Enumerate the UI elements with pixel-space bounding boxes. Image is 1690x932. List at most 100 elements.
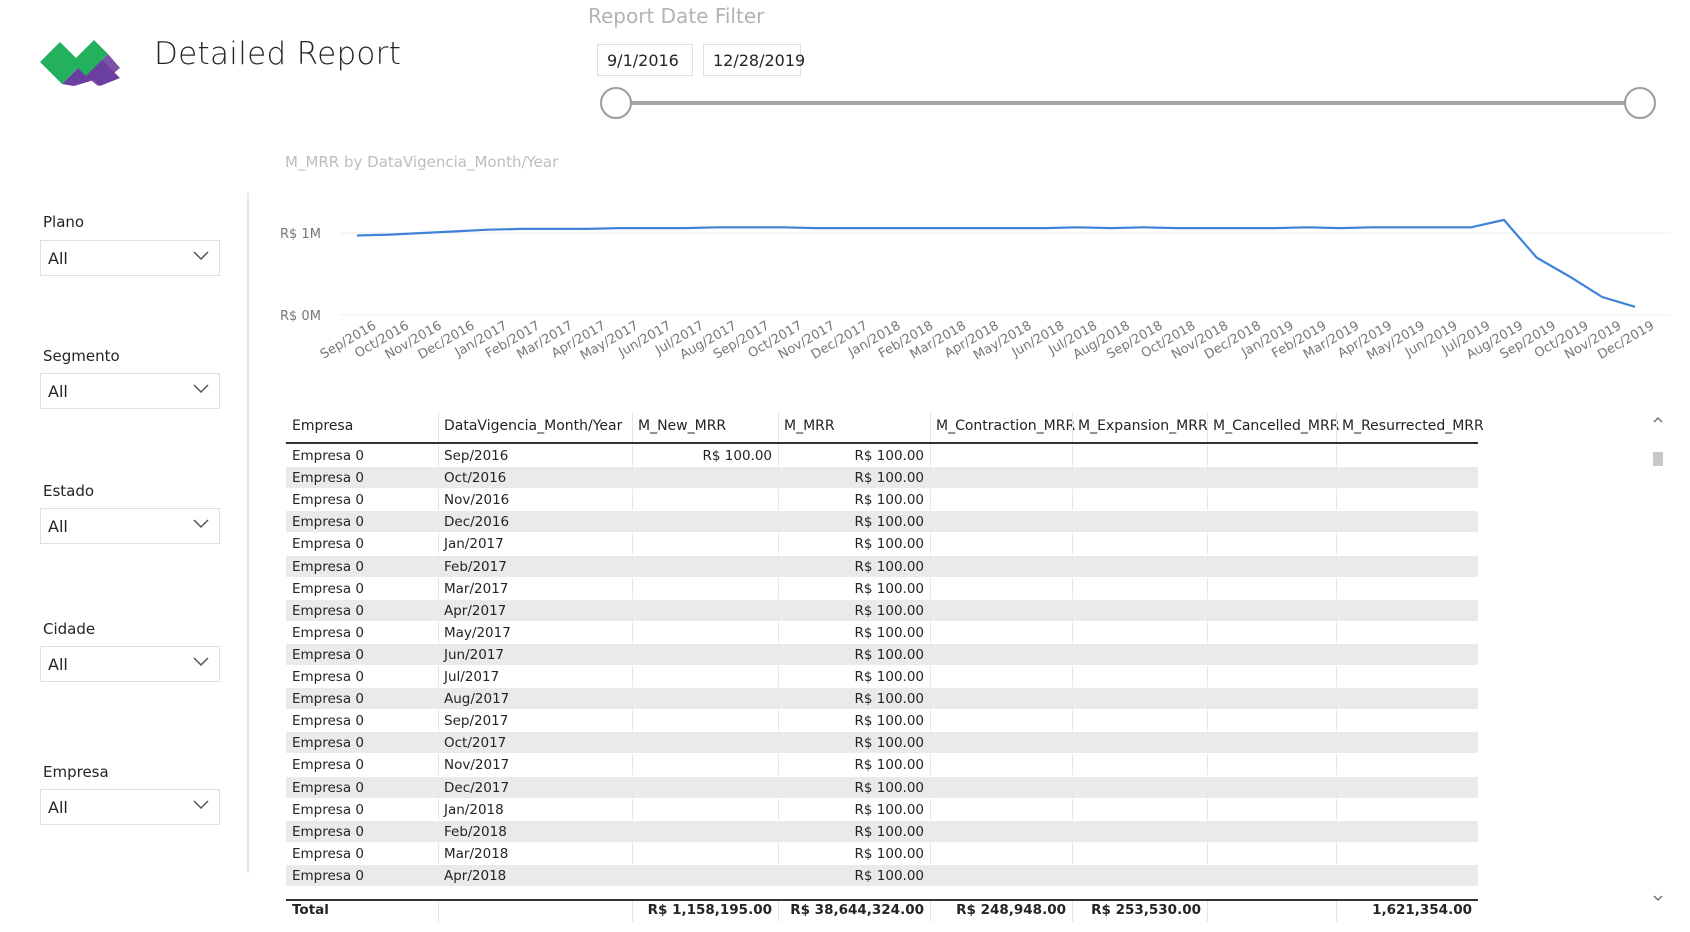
column-separator xyxy=(438,599,439,621)
table-cell: Nov/2017 xyxy=(444,757,510,774)
column-separator xyxy=(438,621,439,643)
column-header[interactable]: M_MRR xyxy=(784,410,835,442)
table-scrollbar[interactable] xyxy=(1652,414,1664,904)
date-slider-start-handle[interactable] xyxy=(600,87,632,119)
scrollbar-thumb[interactable] xyxy=(1653,452,1663,466)
slicer-dropdown-plano[interactable]: All xyxy=(40,240,220,276)
column-header[interactable]: M_Resurrected_MRR xyxy=(1342,410,1484,442)
column-separator xyxy=(1072,412,1073,442)
column-header[interactable]: DataVigencia_Month/Year xyxy=(444,410,622,442)
end-date-input[interactable]: 12/28/2019 xyxy=(703,44,805,76)
column-separator xyxy=(438,445,439,466)
table-cell: R$ 100.00 xyxy=(854,845,925,862)
table-row[interactable]: Empresa 0 Jan/2017 R$ 100.00 xyxy=(286,533,1478,555)
table-cell: Empresa 0 xyxy=(292,867,364,884)
date-range-slider-track[interactable] xyxy=(615,101,1625,105)
table-cell: Dec/2016 xyxy=(444,514,510,531)
table-row[interactable]: Empresa 0 Jun/2017 R$ 100.00 xyxy=(286,643,1478,665)
column-separator xyxy=(632,710,633,732)
column-separator xyxy=(1072,467,1073,489)
column-header[interactable]: Empresa xyxy=(292,410,353,442)
column-separator xyxy=(438,710,439,732)
column-separator xyxy=(930,666,931,687)
table-row[interactable]: Empresa 0 Aug/2017 R$ 100.00 xyxy=(286,688,1478,710)
table-row[interactable]: Empresa 0 Dec/2016 R$ 100.00 xyxy=(286,511,1478,533)
y-tick-label: R$ 1M xyxy=(280,227,321,242)
table-row[interactable]: Empresa 0 Jan/2018 R$ 100.00 xyxy=(286,798,1478,820)
date-filter-title: Report Date Filter xyxy=(588,4,765,28)
table-row[interactable]: Empresa 0 Nov/2016 R$ 100.00 xyxy=(286,489,1478,511)
column-separator xyxy=(1072,754,1073,776)
column-separator xyxy=(1207,533,1208,555)
table-row[interactable]: Empresa 0 Sep/2017 R$ 100.00 xyxy=(286,710,1478,732)
table-cell: R$ 100.00 xyxy=(702,448,773,464)
table-cell: Empresa 0 xyxy=(292,757,364,774)
table-cell: R$ 100.00 xyxy=(854,735,925,752)
column-header[interactable]: M_Cancelled_MRR xyxy=(1213,410,1339,442)
column-separator xyxy=(1207,412,1208,442)
column-separator xyxy=(778,621,779,643)
table-row[interactable]: Empresa 0 Apr/2017 R$ 100.00 xyxy=(286,599,1478,621)
table-row[interactable]: Empresa 0 Oct/2017 R$ 100.00 xyxy=(286,732,1478,754)
column-separator xyxy=(1336,511,1337,533)
table-row[interactable]: Empresa 0 Sep/2016 R$ 100.00 R$ 100.00 xyxy=(286,445,1478,466)
total-cell: R$ 253,530.00 xyxy=(1091,902,1201,918)
column-separator xyxy=(438,820,439,842)
column-separator xyxy=(438,798,439,820)
column-separator xyxy=(778,710,779,732)
table-row[interactable]: Empresa 0 Jul/2017 R$ 100.00 xyxy=(286,666,1478,687)
sidebar-divider xyxy=(247,193,249,873)
table-row[interactable]: Empresa 0 Apr/2018 R$ 100.00 xyxy=(286,864,1478,886)
table-row[interactable]: Empresa 0 Feb/2017 R$ 100.00 xyxy=(286,555,1478,577)
column-header[interactable]: M_Expansion_MRR xyxy=(1078,410,1208,442)
start-date-input[interactable]: 9/1/2016 xyxy=(597,44,693,76)
table-row[interactable]: Empresa 0 May/2017 R$ 100.00 xyxy=(286,621,1478,643)
slicer-dropdown-segmento[interactable]: All xyxy=(40,373,220,409)
column-separator xyxy=(438,467,439,489)
table-row[interactable]: Empresa 0 Nov/2017 R$ 100.00 xyxy=(286,754,1478,776)
table-cell: Empresa 0 xyxy=(292,558,364,575)
column-separator xyxy=(1207,489,1208,511)
table-cell: R$ 100.00 xyxy=(854,801,925,818)
column-separator xyxy=(632,842,633,864)
column-header[interactable]: M_Contraction_MRR xyxy=(936,410,1075,442)
table-cell: Empresa 0 xyxy=(292,845,364,862)
column-separator xyxy=(930,489,931,511)
table-row[interactable]: Empresa 0 Feb/2018 R$ 100.00 xyxy=(286,820,1478,842)
column-separator xyxy=(778,412,779,442)
column-separator xyxy=(632,533,633,555)
column-separator xyxy=(778,467,779,489)
column-separator xyxy=(1207,577,1208,599)
column-header[interactable]: M_New_MRR xyxy=(638,410,726,442)
column-separator xyxy=(1207,511,1208,533)
table-row[interactable]: Empresa 0 Mar/2017 R$ 100.00 xyxy=(286,577,1478,599)
page-title: Detailed Report xyxy=(154,36,402,72)
table-cell: R$ 100.00 xyxy=(854,691,925,708)
column-separator xyxy=(930,754,931,776)
column-separator xyxy=(1072,710,1073,732)
table-row[interactable]: Empresa 0 Oct/2016 R$ 100.00 xyxy=(286,467,1478,489)
table-cell: Nov/2016 xyxy=(444,492,510,509)
column-separator xyxy=(1207,643,1208,665)
column-separator xyxy=(632,599,633,621)
slicer-dropdown-estado[interactable]: All xyxy=(40,508,220,544)
column-separator xyxy=(1207,864,1208,886)
table-cell: Jul/2017 xyxy=(444,669,500,685)
table-cell: Mar/2017 xyxy=(444,580,509,597)
slicer-dropdown-empresa[interactable]: All xyxy=(40,789,220,825)
column-separator xyxy=(1207,842,1208,864)
chart-title: M_MRR by DataVigencia_Month/Year xyxy=(285,153,559,171)
table-cell: Feb/2017 xyxy=(444,558,507,575)
column-separator xyxy=(1207,776,1208,798)
table-cell: R$ 100.00 xyxy=(854,470,925,487)
column-separator xyxy=(930,798,931,820)
date-slider-end-handle[interactable] xyxy=(1624,87,1656,119)
table-cell: R$ 100.00 xyxy=(854,646,925,663)
slicer-dropdown-cidade[interactable]: All xyxy=(40,646,220,682)
column-separator xyxy=(930,710,931,732)
table-row[interactable]: Empresa 0 Mar/2018 R$ 100.00 xyxy=(286,842,1478,864)
slicer-value: All xyxy=(48,249,68,268)
column-separator xyxy=(1336,688,1337,710)
column-separator xyxy=(632,754,633,776)
table-row[interactable]: Empresa 0 Dec/2017 R$ 100.00 xyxy=(286,776,1478,798)
